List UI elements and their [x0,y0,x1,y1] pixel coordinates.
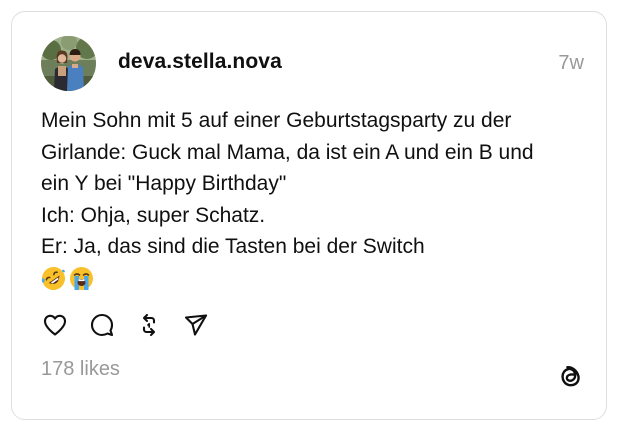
avatar-photo [41,36,96,91]
send-icon [184,314,208,336]
post-text-line: ein Y bei "Happy Birthday" [41,172,287,195]
comment-icon [90,313,114,337]
repost-icon [142,313,156,337]
post-text-line: Mein Sohn mit 5 auf einer Geburtstagspar… [41,109,512,132]
likes-count[interactable]: 178 likes [41,358,120,381]
post-text-line: Er: Ja, das sind die Tasten bei der Swit… [41,235,425,258]
like-button[interactable] [41,311,69,339]
username[interactable]: deva.stella.nova [118,50,282,74]
post-actions [41,310,229,340]
emoji-row [41,265,581,293]
post-text: Mein Sohn mit 5 auf einer Geburtstagspar… [41,105,581,293]
avatar[interactable] [41,36,96,91]
post-card: deva.stella.nova 7w Mein Sohn mit 5 auf … [11,11,607,420]
threads-logo-svg [561,365,580,387]
post-time: 7w [558,52,584,74]
post-text-line: Ich: Ohja, super Schatz. [41,203,266,227]
threads-logo-icon[interactable] [556,362,584,390]
heart-icon [43,314,67,336]
share-button[interactable] [182,311,210,339]
rolling-on-floor-laughing-emoji [41,267,65,290]
reply-button[interactable] [88,311,116,339]
loudly-crying-face-emoji [70,267,93,290]
repost-button[interactable] [135,311,163,339]
post-text-line: Girlande: Guck mal Mama, da ist ein A un… [41,140,534,164]
